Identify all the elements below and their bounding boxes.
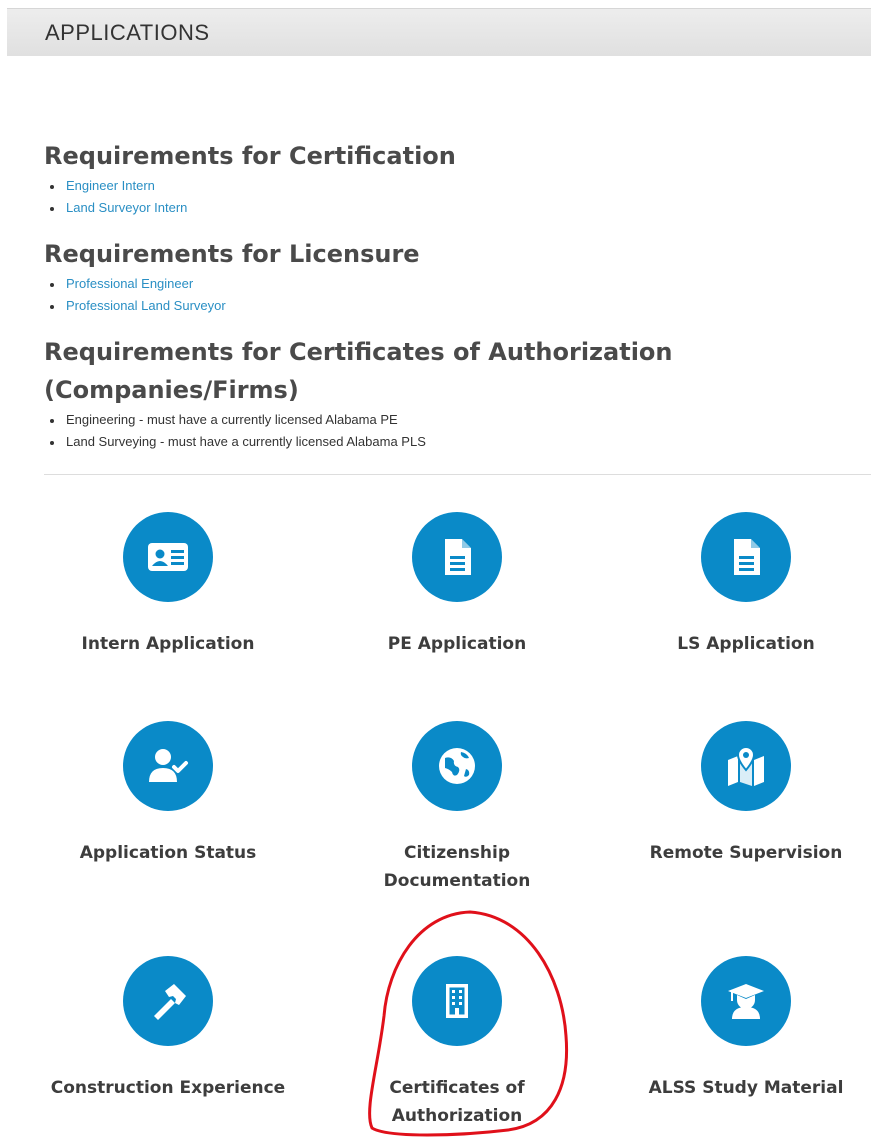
pe-application-tile[interactable]: PE Application (312, 512, 602, 658)
alss-study-material-label: ALSS Study Material (648, 1078, 844, 1098)
professional-land-surveyor-link[interactable]: Professional Land Surveyor (66, 298, 226, 313)
page-title: APPLICATIONS (45, 20, 210, 45)
user-check-icon (123, 721, 213, 811)
header-bar: APPLICATIONS (7, 8, 871, 56)
list-item: Engineering - must have a currently lice… (44, 409, 844, 431)
list-item: Land Surveying - must have a currently l… (44, 431, 844, 453)
building-icon (412, 956, 502, 1046)
construction-experience-label: Construction Experience (50, 1078, 286, 1098)
ls-application-tile[interactable]: LS Application (601, 512, 871, 658)
ls-application-label: LS Application (677, 634, 815, 654)
remote-supervision-tile[interactable]: Remote Supervision (601, 721, 871, 867)
document-icon (701, 512, 791, 602)
licensure-heading: Requirements for Licensure (44, 240, 420, 268)
list-item: Professional Engineer (44, 273, 844, 295)
document-icon (412, 512, 502, 602)
remote-supervision-label: Remote Supervision (649, 843, 843, 863)
certification-heading: Requirements for Certification (44, 142, 456, 170)
graduate-icon (701, 956, 791, 1046)
certification-list: Engineer Intern Land Surveyor Intern (44, 175, 844, 219)
citizenship-documentation-tile[interactable]: Citizenship Documentation (312, 721, 602, 895)
certificates-of-authorization-tile[interactable]: Certificates of Authorization (312, 956, 602, 1130)
licensure-section: Requirements for Licensure Professional … (44, 235, 844, 317)
list-item: Professional Land Surveyor (44, 295, 844, 317)
certificates-list: Engineering - must have a currently lice… (44, 409, 844, 453)
hammer-icon (123, 956, 213, 1046)
label-line1: Citizenship (403, 843, 510, 863)
certificates-heading-line2: (Companies/Firms) (44, 376, 299, 404)
id-card-icon (123, 512, 213, 602)
engineer-intern-link[interactable]: Engineer Intern (66, 178, 155, 193)
list-item: Land Surveyor Intern (44, 197, 844, 219)
map-marker-icon (701, 721, 791, 811)
alss-study-material-tile[interactable]: ALSS Study Material (601, 956, 871, 1102)
certification-section: Requirements for Certification Engineer … (44, 137, 844, 219)
certificates-heading-line1: Requirements for Certificates of Authori… (44, 338, 673, 366)
licensure-list: Professional Engineer Professional Land … (44, 273, 844, 317)
certificates-of-authorization-label: Certificates of Authorization (312, 1074, 602, 1130)
label-line2: Authorization (391, 1106, 523, 1126)
label-line1: Certificates of (389, 1078, 525, 1098)
label-line2: Documentation (383, 871, 531, 891)
construction-experience-tile[interactable]: Construction Experience (23, 956, 313, 1102)
list-item: Engineer Intern (44, 175, 844, 197)
professional-engineer-link[interactable]: Professional Engineer (66, 276, 193, 291)
citizenship-documentation-label: Citizenship Documentation (312, 839, 602, 895)
pe-application-label: PE Application (387, 634, 527, 654)
application-status-label: Application Status (79, 843, 257, 863)
land-surveyor-intern-link[interactable]: Land Surveyor Intern (66, 200, 187, 215)
intern-application-tile[interactable]: Intern Application (23, 512, 313, 658)
certificates-section: Requirements for Certificates of Authori… (44, 333, 844, 453)
divider (44, 474, 871, 475)
globe-icon (412, 721, 502, 811)
intern-application-label: Intern Application (81, 634, 255, 654)
application-status-tile[interactable]: Application Status (23, 721, 313, 867)
